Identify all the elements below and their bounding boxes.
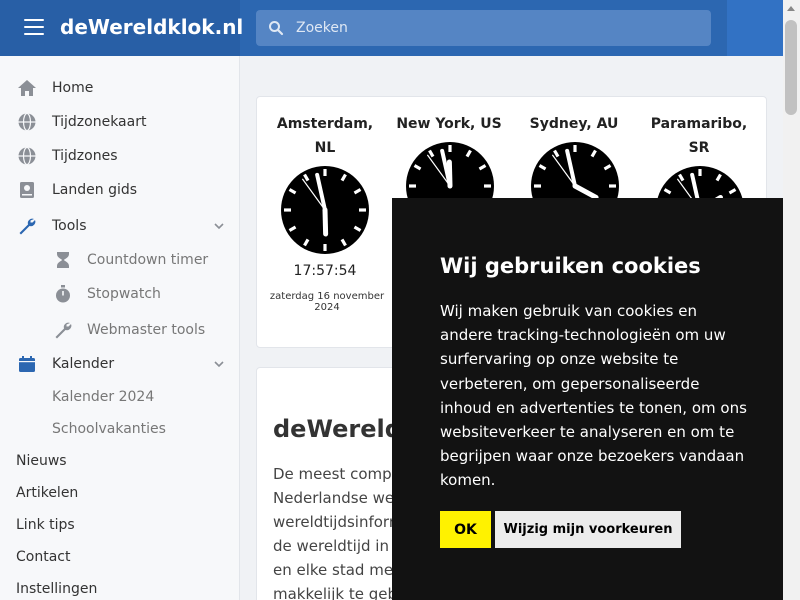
sidebar-item-label: Nieuws bbox=[16, 453, 67, 469]
chevron-down-icon[interactable] bbox=[214, 221, 224, 231]
sidebar-item-label: Tijdzonekaart bbox=[52, 114, 147, 130]
digital-time-amsterdam: 17:57:54 bbox=[293, 263, 357, 279]
cookie-preferences-button[interactable]: Wijzig mijn voorkeuren bbox=[495, 511, 681, 548]
sidebar-item-schoolvakanties[interactable]: Schoolvakanties bbox=[0, 414, 239, 444]
sidebar-item-label: Stopwatch bbox=[87, 286, 161, 302]
search-box[interactable] bbox=[256, 10, 711, 46]
book-icon bbox=[20, 182, 34, 198]
globe-icon bbox=[18, 146, 36, 166]
article-line: makkelijk te geb bbox=[273, 585, 397, 600]
menu-icon[interactable] bbox=[24, 19, 44, 35]
search-input[interactable] bbox=[296, 10, 696, 46]
clock-city-paramaribo[interactable]: Paramaribo, SR bbox=[637, 112, 761, 160]
wrench-icon bbox=[19, 218, 36, 235]
scroll-up-arrow[interactable] bbox=[787, 6, 795, 11]
header-brand-area: deWereldklok.nl bbox=[0, 0, 243, 56]
analog-clock-amsterdam bbox=[281, 166, 369, 254]
hour-hand bbox=[322, 207, 329, 237]
home-icon bbox=[18, 80, 36, 96]
sidebar-item-label: Link tips bbox=[16, 517, 75, 533]
article-line: De meest comple bbox=[273, 465, 406, 483]
clock-city-new-york[interactable]: New York, US bbox=[387, 112, 511, 136]
sidebar-item-label: Artikelen bbox=[16, 485, 79, 501]
scroll-thumb[interactable] bbox=[785, 20, 797, 115]
sidebar-item-home[interactable]: Home bbox=[0, 73, 239, 103]
sidebar-item-label: Instellingen bbox=[16, 581, 98, 597]
cookie-title: Wij gebruiken cookies bbox=[440, 254, 701, 278]
clock-city-amsterdam[interactable]: Amsterdam, NL bbox=[263, 112, 387, 160]
sidebar-item-label: Webmaster tools bbox=[87, 322, 206, 338]
sidebar-item-label: Countdown timer bbox=[87, 252, 209, 268]
header-action-area[interactable] bbox=[727, 0, 783, 56]
header-bar: deWereldklok.nl bbox=[0, 0, 800, 56]
sidebar-item-tijdzonekaart[interactable]: Tijdzonekaart bbox=[0, 107, 239, 137]
wrench-icon bbox=[55, 322, 72, 339]
sidebar-item-stopwatch[interactable]: Stopwatch bbox=[0, 279, 239, 309]
sidebar-item-contact[interactable]: Contact bbox=[0, 542, 239, 572]
sidebar-item-webmaster-tools[interactable]: Webmaster tools bbox=[0, 315, 239, 345]
hourglass-icon bbox=[57, 252, 69, 268]
sidebar-item-tijdzones[interactable]: Tijdzones bbox=[0, 141, 239, 171]
sidebar-item-countdown-timer[interactable]: Countdown timer bbox=[0, 245, 239, 275]
sidebar-item-label: Kalender 2024 bbox=[52, 389, 155, 405]
cookie-body: Wij maken gebruik van cookies en andere … bbox=[440, 302, 747, 490]
sidebar-item-kalender[interactable]: Kalender bbox=[0, 349, 239, 379]
globe-icon bbox=[18, 112, 36, 132]
article-line: wereldtijdsinform bbox=[273, 513, 404, 531]
search-icon bbox=[269, 21, 284, 36]
sidebar-item-kalender-2024[interactable]: Kalender 2024 bbox=[0, 382, 239, 412]
sidebar-item-label: Kalender bbox=[52, 356, 115, 372]
sidebar-item-label: Home bbox=[52, 80, 94, 96]
stopwatch-icon bbox=[56, 285, 70, 303]
sidebar-item-label: Schoolvakanties bbox=[52, 421, 166, 437]
sidebar-item-artikelen[interactable]: Artikelen bbox=[0, 478, 239, 508]
sidebar-item-link-tips[interactable]: Link tips bbox=[0, 510, 239, 540]
sidebar-item-instellingen[interactable]: Instellingen bbox=[0, 574, 239, 600]
article-line: de wereldtijd in bbox=[273, 537, 389, 555]
sidebar-item-label: Tools bbox=[52, 218, 87, 234]
cookie-ok-button[interactable]: OK bbox=[440, 511, 491, 548]
sidebar-item-landen-gids[interactable]: Landen gids bbox=[0, 175, 239, 205]
article-line: en elke stad met bbox=[273, 561, 399, 579]
page-scrollbar[interactable] bbox=[783, 0, 800, 600]
date-amsterdam: zaterdag 16 november 2024 bbox=[269, 291, 385, 313]
sidebar-item-label: Contact bbox=[16, 549, 71, 565]
sidebar-item-nieuws[interactable]: Nieuws bbox=[0, 446, 239, 476]
sidebar-item-tools[interactable]: Tools bbox=[0, 211, 239, 241]
cookie-consent-dialog: Wij gebruiken cookies Wij maken gebruik … bbox=[392, 198, 783, 600]
sidebar-item-label: Tijdzones bbox=[52, 148, 118, 164]
sidebar: Home Tijdzonekaart Tijdzones Landen gids… bbox=[0, 56, 240, 600]
sidebar-item-label: Landen gids bbox=[52, 182, 138, 198]
clock-city-sydney[interactable]: Sydney, AU bbox=[512, 112, 636, 136]
calendar-icon bbox=[19, 356, 35, 372]
chevron-down-icon[interactable] bbox=[214, 359, 224, 369]
article-line: Nederlandse web bbox=[273, 489, 404, 507]
site-logo[interactable]: deWereldklok.nl bbox=[60, 15, 243, 39]
